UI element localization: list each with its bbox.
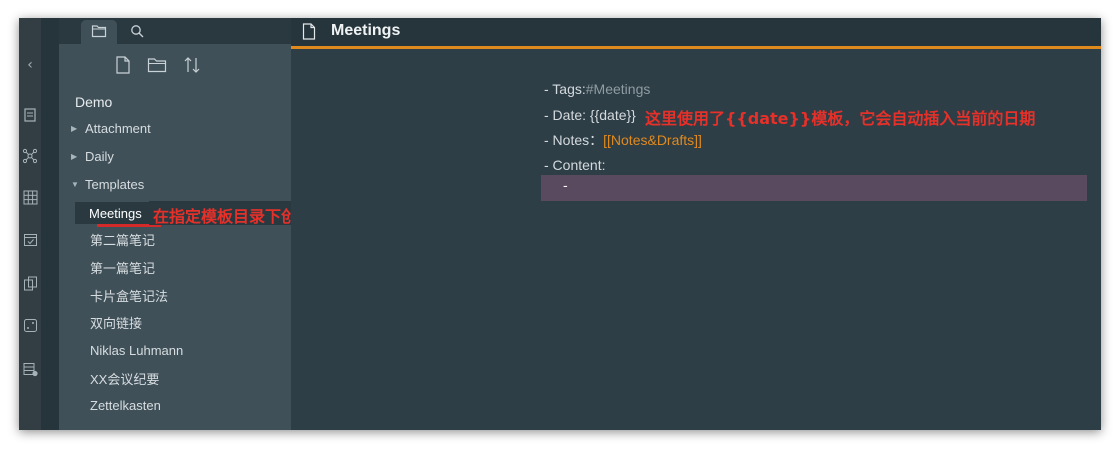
vault-name: Demo	[75, 94, 113, 110]
content-line[interactable]: - Content:	[544, 154, 605, 176]
notes-label: - Notes：	[544, 132, 604, 148]
date-label: - Date: {{date}}	[544, 107, 636, 123]
app-window: ‹ Demo ▶ Attachment ▶ Daily ▼ Templates …	[19, 18, 1101, 430]
folder-collapsed-arrow-icon: ▶	[71, 123, 78, 133]
date-line[interactable]: - Date: {{date}}	[544, 104, 636, 126]
date-annotation: 这里使用了{{date}}模板，它会自动插入当前的日期	[645, 109, 1036, 128]
new-note-icon[interactable]	[115, 56, 131, 74]
file-label: 双向链接	[90, 315, 143, 331]
note-title[interactable]: Meetings	[331, 22, 400, 40]
tags-label: - Tags:	[544, 81, 586, 97]
file-label: 卡片盒笔记法	[90, 288, 169, 304]
dice-icon[interactable]	[19, 318, 41, 337]
list-item[interactable]: XX会议纪要	[90, 367, 159, 389]
file-label: 第一篇笔记	[90, 260, 156, 276]
file-label: Niklas Luhmann	[90, 342, 184, 358]
ribbon-gutter	[41, 18, 59, 430]
file-label: 第二篇笔记	[90, 232, 156, 248]
list-item[interactable]: Zettelkasten	[90, 394, 161, 416]
content-label: - Content:	[544, 157, 606, 173]
copy-icon[interactable]	[19, 276, 41, 295]
tags-line[interactable]: - Tags: #Meetings	[544, 78, 650, 100]
folder-collapsed-arrow-icon: ▶	[71, 151, 78, 161]
explorer-actions	[115, 56, 201, 74]
tab-files[interactable]	[81, 20, 117, 44]
list-item[interactable]: 第一篇笔记	[90, 256, 155, 278]
file-icon	[302, 23, 316, 44]
new-folder-icon[interactable]	[147, 56, 167, 74]
tag-value[interactable]: #Meetings	[586, 81, 651, 97]
sidebar-tabs	[59, 18, 291, 44]
tab-search[interactable]	[119, 20, 155, 44]
search-tab-icon	[130, 23, 144, 42]
list-item[interactable]: 双向链接	[90, 311, 142, 333]
calendar-icon[interactable]	[19, 232, 41, 251]
grid-icon[interactable]	[19, 190, 41, 209]
open-note-icon[interactable]	[19, 108, 41, 126]
file-label: Meetings	[89, 205, 142, 221]
graph-icon[interactable]	[19, 148, 41, 168]
folder-templates[interactable]: ▼ Templates	[71, 173, 144, 195]
list-item[interactable]: Niklas Luhmann	[90, 339, 183, 361]
file-meetings[interactable]: Meetings	[75, 202, 150, 224]
folder-expanded-arrow-icon: ▼	[71, 179, 79, 189]
folder-label: Daily	[85, 148, 114, 164]
collapse-icon[interactable]: ‹	[19, 56, 41, 74]
folder-label: Attachment	[85, 120, 151, 136]
internal-link[interactable]: [[Notes&Drafts]]	[603, 132, 702, 148]
list-item[interactable]: 卡片盒笔记法	[90, 284, 168, 306]
file-label: Zettelkasten	[90, 397, 161, 413]
folder-daily[interactable]: ▶ Daily	[71, 145, 114, 167]
file-label: XX会议纪要	[90, 371, 160, 387]
active-line-highlight[interactable]: -	[541, 175, 1087, 201]
editor-pane: Meetings - Tags: #Meetings - Date: {{dat…	[291, 18, 1101, 430]
list-item[interactable]: 第二篇笔记	[90, 228, 155, 250]
folder-label: Templates	[85, 176, 145, 192]
folder-attachment[interactable]: ▶ Attachment	[71, 117, 151, 139]
table-icon[interactable]	[19, 362, 41, 381]
folder-tab-icon	[91, 23, 107, 42]
editor-header: Meetings	[291, 18, 1101, 49]
list-bullet: -	[563, 179, 568, 194]
sort-icon[interactable]	[183, 56, 201, 74]
notes-line[interactable]: - Notes： [[Notes&Drafts]]	[544, 129, 702, 151]
left-ribbon: ‹	[19, 18, 41, 430]
